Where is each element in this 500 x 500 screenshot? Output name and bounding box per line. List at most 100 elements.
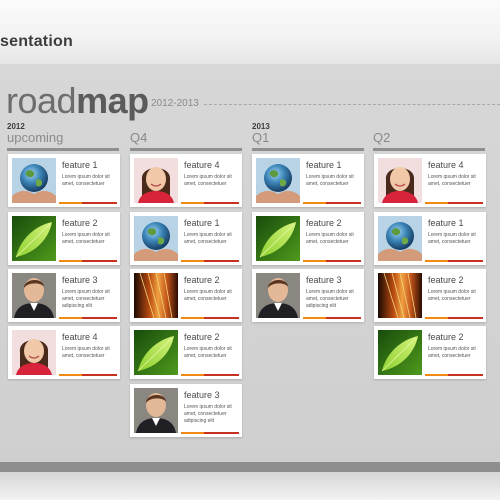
feature-card[interactable]: feature 2 Lorem ipsum dolor sit amet, co… bbox=[130, 326, 242, 379]
feature-card[interactable]: feature 4 Lorem ipsum dolor sit amet, co… bbox=[8, 326, 120, 379]
title-dotted-rule bbox=[204, 104, 500, 105]
feature-description: Lorem ipsum dolor sit amet, consectetuer bbox=[428, 174, 476, 187]
feature-title: feature 2 bbox=[428, 332, 464, 342]
progress-bar bbox=[181, 317, 239, 319]
slide-title-light: road bbox=[6, 80, 77, 121]
app-title: sentation bbox=[0, 33, 73, 50]
feature-card[interactable]: feature 2 Lorem ipsum dolor sit amet, co… bbox=[374, 269, 486, 322]
feature-card[interactable]: feature 1 Lorem ipsum dolor sit amet, co… bbox=[252, 154, 364, 207]
feature-card[interactable]: feature 1 Lorem ipsum dolor sit amet, co… bbox=[8, 154, 120, 207]
green-leaf-image bbox=[12, 216, 56, 261]
window-top-bar: sentation bbox=[0, 0, 500, 64]
progress-bar bbox=[303, 260, 361, 262]
feature-description: Lorem ipsum dolor sit amet, consectetuer bbox=[184, 346, 232, 359]
progress-bar bbox=[181, 260, 239, 262]
progress-bar bbox=[59, 317, 117, 319]
feature-description: Lorem ipsum dolor sit amet, consectetuer bbox=[428, 232, 476, 245]
feature-title: feature 2 bbox=[184, 275, 220, 285]
column-label: Q2 bbox=[373, 130, 391, 145]
feature-title: feature 4 bbox=[184, 160, 220, 170]
slide-bottom-shadow bbox=[0, 472, 500, 500]
feature-description: Lorem ipsum dolor sit amet, consectetuer… bbox=[184, 404, 232, 424]
guitar-strings-image bbox=[134, 273, 178, 318]
feature-description: Lorem ipsum dolor sit amet, consectetuer… bbox=[62, 289, 110, 309]
column-header-q1: 2013 Q1 bbox=[252, 122, 364, 151]
man-portrait-image bbox=[12, 273, 56, 318]
feature-title: feature 1 bbox=[184, 218, 220, 228]
column-header-q2: Q2 bbox=[373, 122, 485, 151]
feature-card[interactable]: feature 3 Lorem ipsum dolor sit amet, co… bbox=[130, 384, 242, 437]
progress-bar bbox=[425, 260, 483, 262]
feature-title: feature 2 bbox=[306, 218, 342, 228]
column-label: Q4 bbox=[130, 130, 148, 145]
feature-title: feature 2 bbox=[62, 218, 98, 228]
feature-description: Lorem ipsum dolor sit amet, consectetuer… bbox=[306, 289, 354, 309]
column-rule bbox=[252, 148, 364, 151]
column-label: Q1 bbox=[252, 130, 270, 145]
progress-bar bbox=[303, 317, 361, 319]
feature-title: feature 3 bbox=[184, 390, 220, 400]
feature-title: feature 1 bbox=[62, 160, 98, 170]
slide-bottom-band bbox=[0, 462, 500, 472]
feature-description: Lorem ipsum dolor sit amet, consectetuer bbox=[428, 346, 476, 359]
progress-bar bbox=[59, 202, 117, 204]
feature-description: Lorem ipsum dolor sit amet, consectetuer bbox=[306, 232, 354, 245]
feature-card[interactable]: feature 2 Lorem ipsum dolor sit amet, co… bbox=[252, 212, 364, 265]
feature-description: Lorem ipsum dolor sit amet, consectetuer bbox=[184, 289, 232, 302]
progress-bar bbox=[425, 374, 483, 376]
guitar-strings-image bbox=[378, 273, 422, 318]
feature-title: feature 3 bbox=[62, 275, 98, 285]
feature-description: Lorem ipsum dolor sit amet, consectetuer bbox=[62, 174, 110, 187]
progress-bar bbox=[181, 432, 239, 434]
feature-description: Lorem ipsum dolor sit amet, consectetuer bbox=[428, 289, 476, 302]
feature-title: feature 2 bbox=[184, 332, 220, 342]
globe-in-hands-image bbox=[12, 158, 56, 203]
green-leaf-image bbox=[378, 330, 422, 375]
girl-portrait-image bbox=[378, 158, 422, 203]
globe-in-hands-image bbox=[256, 158, 300, 203]
feature-card[interactable]: feature 3 Lorem ipsum dolor sit amet, co… bbox=[252, 269, 364, 322]
column-rule bbox=[130, 148, 242, 151]
progress-bar bbox=[425, 202, 483, 204]
feature-card[interactable]: feature 1 Lorem ipsum dolor sit amet, co… bbox=[374, 212, 486, 265]
feature-title: feature 1 bbox=[428, 218, 464, 228]
feature-card[interactable]: feature 2 Lorem ipsum dolor sit amet, co… bbox=[8, 212, 120, 265]
feature-description: Lorem ipsum dolor sit amet, consectetuer bbox=[62, 346, 110, 359]
slide-title-bold: map bbox=[76, 80, 149, 121]
progress-bar bbox=[59, 260, 117, 262]
column-rule bbox=[373, 148, 485, 151]
progress-bar bbox=[181, 202, 239, 204]
slide-years: 2012-2013 bbox=[151, 98, 199, 109]
globe-in-hands-image bbox=[134, 216, 178, 261]
feature-card[interactable]: feature 2 Lorem ipsum dolor sit amet, co… bbox=[374, 326, 486, 379]
feature-description: Lorem ipsum dolor sit amet, consectetuer bbox=[184, 232, 232, 245]
man-portrait-image bbox=[134, 388, 178, 433]
progress-bar bbox=[303, 202, 361, 204]
feature-card[interactable]: feature 4 Lorem ipsum dolor sit amet, co… bbox=[130, 154, 242, 207]
progress-bar bbox=[425, 317, 483, 319]
column-header-q4: Q4 bbox=[130, 122, 242, 151]
slide-title: roadmap bbox=[6, 80, 149, 121]
girl-portrait-image bbox=[134, 158, 178, 203]
green-leaf-image bbox=[256, 216, 300, 261]
column-rule bbox=[7, 148, 119, 151]
feature-description: Lorem ipsum dolor sit amet, consectetuer bbox=[306, 174, 354, 187]
feature-card[interactable]: feature 4 Lorem ipsum dolor sit amet, co… bbox=[374, 154, 486, 207]
progress-bar bbox=[181, 374, 239, 376]
feature-card[interactable]: feature 1 Lorem ipsum dolor sit amet, co… bbox=[130, 212, 242, 265]
progress-bar bbox=[59, 374, 117, 376]
feature-description: Lorem ipsum dolor sit amet, consectetuer bbox=[62, 232, 110, 245]
feature-card[interactable]: feature 2 Lorem ipsum dolor sit amet, co… bbox=[130, 269, 242, 322]
feature-title: feature 3 bbox=[306, 275, 342, 285]
column-header-upcoming: 2012 upcoming bbox=[7, 122, 119, 151]
girl-portrait-image bbox=[12, 330, 56, 375]
man-portrait-image bbox=[256, 273, 300, 318]
feature-title: feature 4 bbox=[428, 160, 464, 170]
feature-title: feature 1 bbox=[306, 160, 342, 170]
globe-in-hands-image bbox=[378, 216, 422, 261]
feature-title: feature 2 bbox=[428, 275, 464, 285]
feature-title: feature 4 bbox=[62, 332, 98, 342]
feature-description: Lorem ipsum dolor sit amet, consectetuer bbox=[184, 174, 232, 187]
column-label: upcoming bbox=[7, 130, 64, 145]
feature-card[interactable]: feature 3 Lorem ipsum dolor sit amet, co… bbox=[8, 269, 120, 322]
